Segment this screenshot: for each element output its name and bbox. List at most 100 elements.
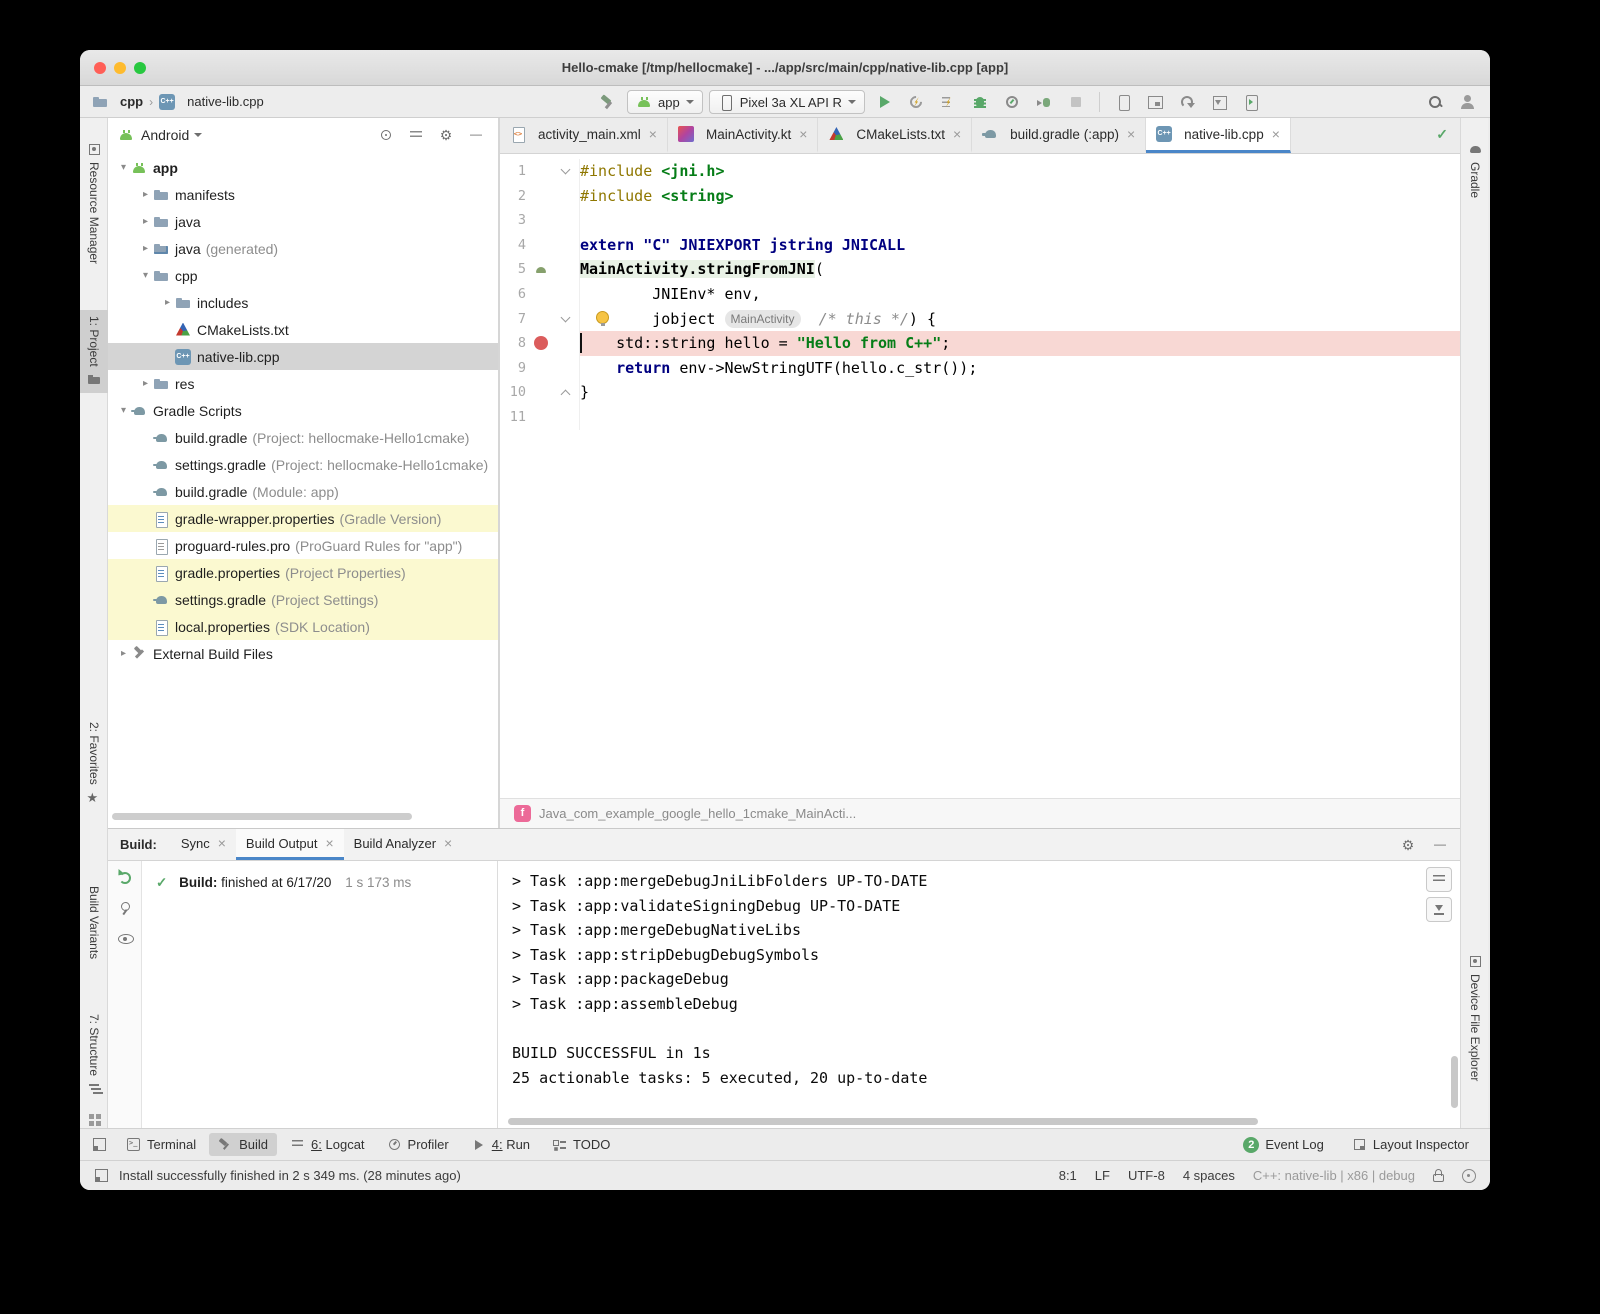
run-configuration-select[interactable]: app	[627, 90, 703, 114]
tree-arrow-icon[interactable]: ▸	[138, 243, 153, 254]
tool-window-button-6-logcat[interactable]: 6: Logcat	[281, 1133, 374, 1156]
build-status-pane[interactable]: ✓ Build: finished at 6/17/20 1 s 173 ms	[142, 861, 498, 1128]
tool-window-button-terminal[interactable]: Terminal	[117, 1133, 205, 1156]
tool-window-button-todo[interactable]: TODO	[543, 1133, 619, 1156]
tool-button-gradle[interactable]: Gradle	[1461, 136, 1489, 204]
function-breadcrumb[interactable]: Java_com_example_google_hello_1cmake_Mai…	[539, 806, 856, 821]
tree-item-includes[interactable]: ▸includes	[108, 289, 498, 316]
tree-arrow-icon[interactable]: ▸	[138, 189, 153, 200]
tool-window-button-layout-inspector[interactable]: Layout Inspector	[1343, 1133, 1478, 1156]
tab-close-icon[interactable]: ×	[1127, 126, 1135, 142]
tab-activity-main-xml[interactable]: activity_main.xml×	[500, 118, 668, 153]
tree-item-app[interactable]: ▾app	[108, 154, 498, 181]
tool-window-button-build[interactable]: Build	[209, 1133, 277, 1156]
console-horizontal-scrollbar[interactable]	[508, 1118, 1258, 1125]
project-view-selector[interactable]: Android	[141, 127, 189, 143]
code-editor[interactable]: 1#include <jni.h>2#include <string>34ext…	[500, 154, 1460, 798]
pin-icon[interactable]	[116, 899, 134, 917]
toolbar-button-apply-code-changes[interactable]	[935, 90, 961, 114]
toolbar-button-sync-gradle[interactable]	[1174, 90, 1200, 114]
tree-item-settings-gradle-project-hellocmake-hello1cmake[interactable]: settings.gradle(Project: hellocmake-Hell…	[108, 451, 498, 478]
tree-arrow-icon[interactable]: ▸	[138, 378, 153, 389]
tab-close-icon[interactable]: ×	[218, 835, 226, 851]
toolbar-button-search[interactable]	[1422, 90, 1448, 114]
tree-item-res[interactable]: ▸res	[108, 370, 498, 397]
tree-item-gradle-properties-project-properties[interactable]: gradle.properties(Project Properties)	[108, 559, 498, 586]
toolbar-button-avatar[interactable]	[1454, 90, 1480, 114]
build-tab-build-analyzer[interactable]: Build Analyzer×	[344, 829, 463, 860]
collapse-icon[interactable]	[408, 127, 424, 143]
toolbar-button-avd-manager[interactable]	[1238, 90, 1264, 114]
device-select[interactable]: Pixel 3a XL API R	[709, 90, 865, 114]
tab-cmakelists-txt[interactable]: CMakeLists.txt×	[818, 118, 972, 153]
tool-window-button-profiler[interactable]: Profiler	[378, 1133, 458, 1156]
tree-item-build-gradle-module-app[interactable]: build.gradle(Module: app)	[108, 478, 498, 505]
toolbar-button-run[interactable]	[871, 90, 897, 114]
tool-button-device-file-explorer[interactable]: Device File Explorer	[1461, 948, 1489, 1087]
locate-icon[interactable]	[378, 127, 394, 143]
fold-icon[interactable]	[560, 389, 570, 399]
tab-close-icon[interactable]: ×	[799, 126, 807, 142]
build-tab-build-output[interactable]: Build Output×	[236, 829, 344, 860]
soft-wrap-button[interactable]	[1426, 867, 1452, 892]
tree-arrow-icon[interactable]: ▸	[138, 216, 153, 227]
restart-build-icon[interactable]	[116, 869, 134, 887]
tree-item-cpp[interactable]: ▾cpp	[108, 262, 498, 289]
tool-button-structure[interactable]: 7: Structure	[80, 1008, 108, 1102]
tree-arrow-icon[interactable]: ▾	[138, 270, 153, 281]
tab-close-icon[interactable]: ×	[325, 835, 333, 851]
status-item-lf[interactable]: LF	[1095, 1168, 1110, 1183]
tree-item-local-properties-sdk-location[interactable]: local.properties(SDK Location)	[108, 613, 498, 640]
gradle-daemon-icon[interactable]	[1462, 1169, 1476, 1183]
hide-icon[interactable]	[468, 127, 484, 143]
intention-bulb-icon[interactable]	[596, 311, 609, 324]
breadcrumb-folder[interactable]: cpp	[120, 94, 143, 109]
close-window-button[interactable]	[94, 62, 106, 74]
tab-close-icon[interactable]: ×	[444, 835, 452, 851]
jni-method-icon[interactable]	[535, 264, 547, 276]
fold-icon[interactable]	[560, 312, 570, 322]
status-item-8-1[interactable]: 8:1	[1059, 1168, 1077, 1183]
console-vertical-scrollbar[interactable]	[1451, 1056, 1458, 1108]
tool-window-button-4-run[interactable]: 4: Run	[462, 1133, 539, 1156]
make-project-button[interactable]	[595, 90, 621, 114]
tree-item-build-gradle-project-hellocmake-hello1cmake[interactable]: build.gradle(Project: hellocmake-Hello1c…	[108, 424, 498, 451]
toolbar-button-sdk-manager[interactable]	[1206, 90, 1232, 114]
hide-build-panel-icon[interactable]	[1432, 837, 1448, 853]
status-toolwindow-icon[interactable]	[94, 1168, 109, 1183]
minimize-window-button[interactable]	[114, 62, 126, 74]
zoom-window-button[interactable]	[134, 62, 146, 74]
tree-arrow-icon[interactable]: ▸	[116, 648, 131, 659]
tree-item-java[interactable]: ▸java	[108, 208, 498, 235]
tool-window-button-event-log[interactable]: 2Event Log	[1234, 1133, 1333, 1157]
breakpoint-icon[interactable]	[534, 336, 548, 350]
toolbar-button-layout-inspector[interactable]	[1142, 90, 1168, 114]
status-item-utf-8[interactable]: UTF-8	[1128, 1168, 1165, 1183]
tool-button-resource-manager[interactable]: Resource Manager	[80, 136, 108, 270]
tree-item-gradle-scripts[interactable]: ▾Gradle Scripts	[108, 397, 498, 424]
breadcrumb-file[interactable]: native-lib.cpp	[187, 94, 264, 109]
tree-arrow-icon[interactable]: ▾	[116, 405, 131, 416]
tab-mainactivity-kt[interactable]: MainActivity.kt×	[668, 118, 818, 153]
scroll-to-end-button[interactable]	[1426, 897, 1452, 922]
tab-close-icon[interactable]: ×	[1272, 126, 1280, 142]
toolbar-button-debug[interactable]	[967, 90, 993, 114]
tree-item-proguard-rules-pro-proguard-rules-for-app[interactable]: proguard-rules.pro(ProGuard Rules for "a…	[108, 532, 498, 559]
tool-button-project[interactable]: 1: Project	[80, 310, 108, 393]
tab-close-icon[interactable]: ×	[649, 126, 657, 142]
tool-button-build-variants[interactable]: Build Variants	[80, 880, 108, 965]
tree-item-cmakelists-txt[interactable]: CMakeLists.txt	[108, 316, 498, 343]
status-item-4-spaces[interactable]: 4 spaces	[1183, 1168, 1235, 1183]
lock-icon[interactable]	[1433, 1174, 1444, 1182]
toolbar-button-device-manager[interactable]	[1110, 90, 1136, 114]
fold-icon[interactable]	[560, 165, 570, 175]
settings-icon[interactable]	[438, 127, 454, 143]
inspections-ok-icon[interactable]: ✓	[1436, 126, 1448, 143]
tree-item-gradle-wrapper-properties-gradle-version[interactable]: gradle-wrapper.properties(Gradle Version…	[108, 505, 498, 532]
toolbar-button-attach-debugger[interactable]	[1031, 90, 1057, 114]
tool-button-favorites[interactable]: 2: Favorites ★	[80, 716, 108, 811]
toolbar-button-stop[interactable]	[1063, 90, 1089, 114]
toolbar-button-apply-changes[interactable]	[903, 90, 929, 114]
toolbar-button-profile[interactable]	[999, 90, 1025, 114]
project-horizontal-scrollbar[interactable]	[112, 813, 412, 820]
